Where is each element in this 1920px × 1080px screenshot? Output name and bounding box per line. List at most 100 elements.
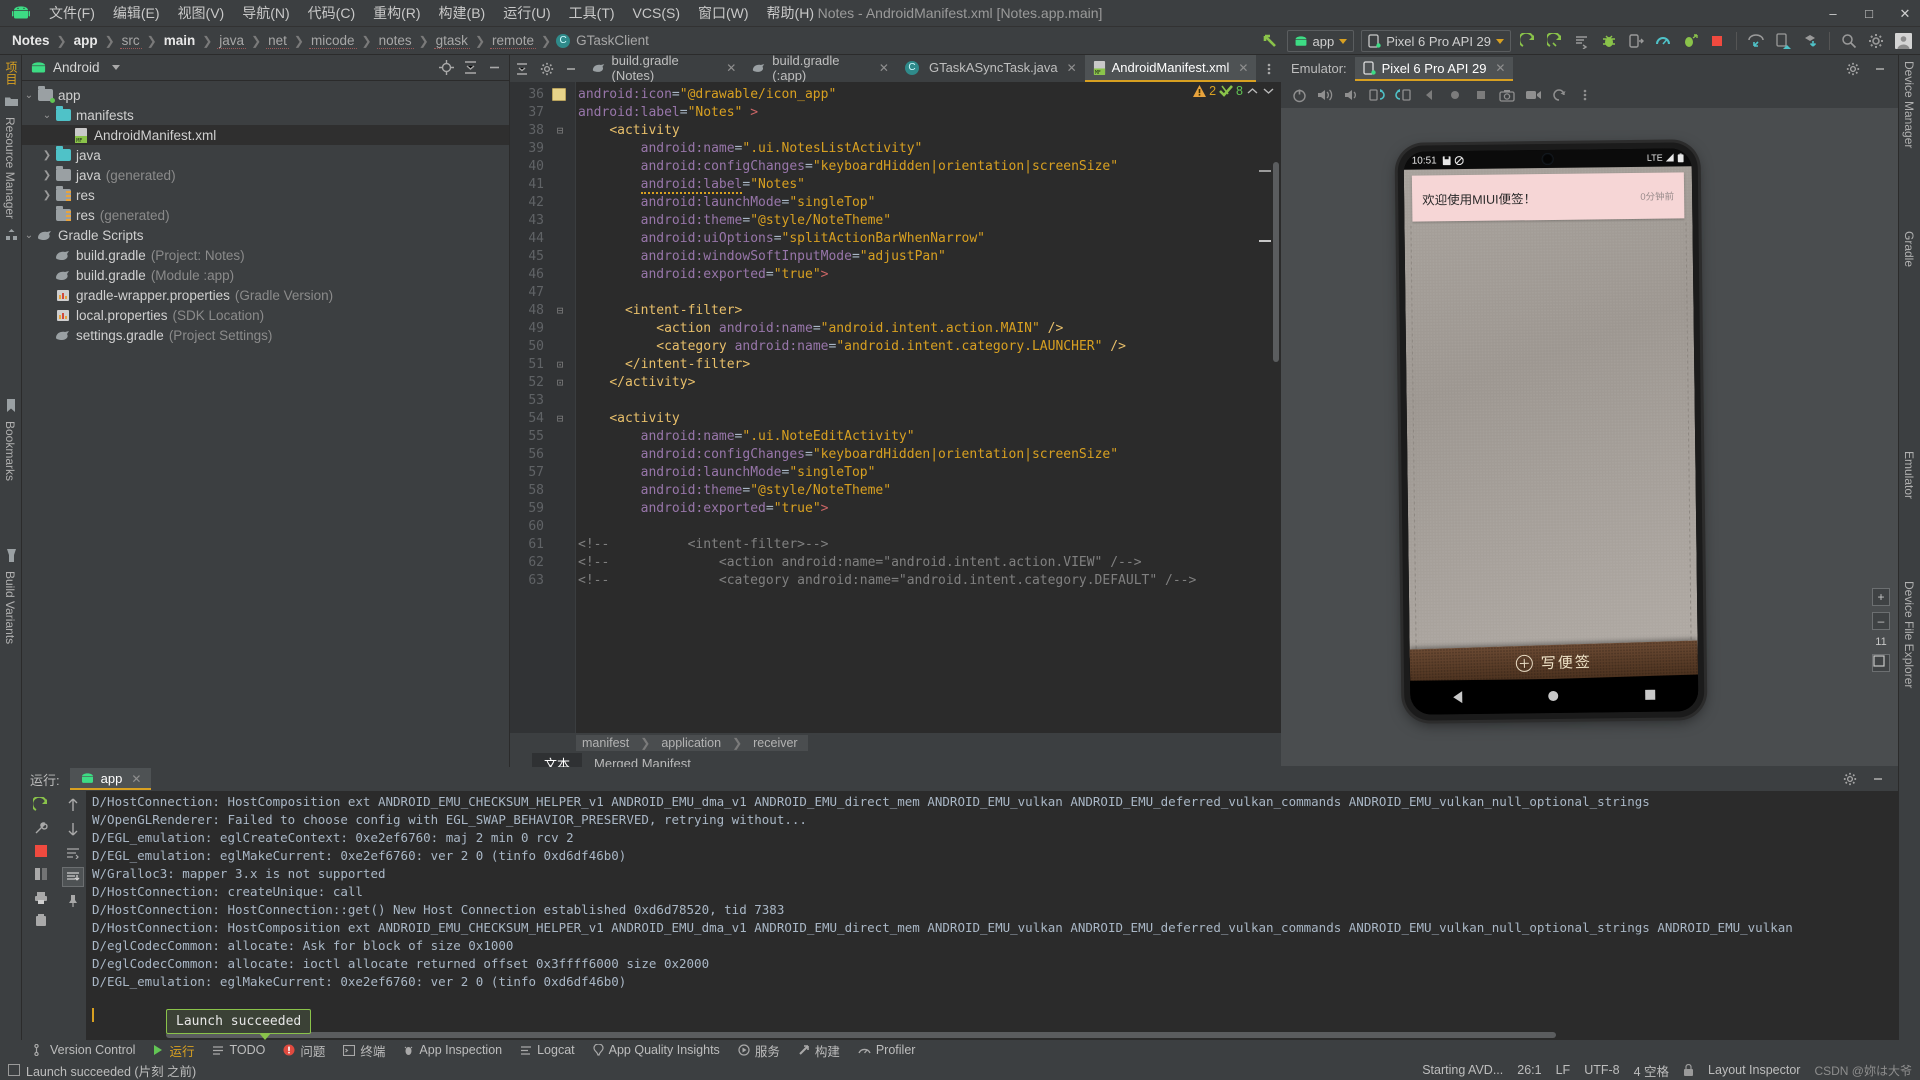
close-button[interactable]: ✕	[1898, 6, 1912, 21]
back-icon[interactable]	[1417, 84, 1441, 106]
fold-marker[interactable]	[550, 518, 570, 536]
power-icon[interactable]	[1287, 84, 1311, 106]
chevron-up-icon[interactable]	[1246, 85, 1259, 97]
nav-recents-icon[interactable]	[1644, 689, 1656, 700]
down-arrow-icon[interactable]	[62, 819, 84, 839]
breadcrumb-net[interactable]: net	[266, 33, 289, 49]
screenshot-camera-icon[interactable]	[1495, 84, 1519, 106]
record-video-icon[interactable]	[1521, 84, 1545, 106]
close-icon[interactable]: ✕	[726, 61, 736, 75]
breadcrumb-remote[interactable]: remote	[490, 33, 537, 49]
editor-vertical-scrollbar[interactable]	[1273, 162, 1279, 362]
notes-list-screen[interactable]: 欢迎使用MIUI便签！ 0分钟前	[1403, 166, 1698, 658]
editor-tab-build-gradle-notes[interactable]: build.gradle (Notes) ✕	[584, 53, 745, 83]
fold-marker[interactable]	[550, 446, 570, 464]
collapse-all-icon[interactable]	[459, 58, 481, 78]
fold-marker[interactable]	[550, 284, 570, 302]
console-horizontal-scrollbar[interactable]	[166, 1032, 1556, 1038]
sdk-download-icon[interactable]	[1797, 29, 1823, 53]
debug-icon[interactable]	[1596, 29, 1622, 53]
menu-vcs[interactable]: VCS(S)	[624, 2, 689, 24]
xml-crumb-receiver[interactable]: receiver	[753, 736, 797, 750]
menu-window[interactable]: 窗口(W)	[689, 0, 758, 26]
settings-gear-icon[interactable]	[1841, 58, 1865, 80]
emulator-tab-pixel6pro[interactable]: Pixel 6 Pro API 29 ✕	[1354, 56, 1514, 81]
tree-node-settings-gradle[interactable]: settings.gradle (Project Settings)	[22, 325, 509, 345]
phone-screen[interactable]: 10:51 LTE 欢迎使用MIUI便签！ 0分钟前 写便签	[1403, 148, 1699, 715]
chevron-down-icon[interactable]	[1262, 85, 1275, 97]
project-folder-icon[interactable]	[0, 91, 22, 111]
fold-marker[interactable]	[550, 248, 570, 266]
run-configuration-selector[interactable]: app	[1286, 30, 1355, 52]
rotate-left-icon[interactable]	[1365, 84, 1389, 106]
nav-back-icon[interactable]	[1453, 691, 1463, 704]
fold-marker[interactable]	[550, 572, 570, 590]
fold-marker[interactable]	[550, 536, 570, 554]
breadcrumb-gtaskclient[interactable]: GTaskClient	[574, 33, 651, 48]
profile-icon[interactable]	[1650, 29, 1676, 53]
structure-icon[interactable]	[0, 225, 22, 245]
rerun-icon[interactable]	[30, 795, 52, 815]
fold-marker[interactable]	[550, 140, 570, 158]
close-icon[interactable]: ✕	[131, 772, 141, 786]
menu-navigate[interactable]: 导航(N)	[233, 0, 298, 26]
hide-icon[interactable]	[1868, 58, 1892, 80]
code-editor[interactable]: 2 8 36 android:icon="@drawable/icon_app" …	[510, 82, 1281, 733]
tree-node-java-generated[interactable]: ❯ java (generated)	[22, 165, 509, 185]
locate-target-icon[interactable]	[435, 58, 457, 78]
stop-icon[interactable]	[1704, 29, 1730, 53]
breadcrumb-notes[interactable]: Notes	[10, 33, 52, 48]
apply-changes-icon[interactable]	[1569, 29, 1595, 53]
status-tab-build[interactable]: 构建	[790, 1040, 848, 1061]
trash-icon[interactable]	[30, 910, 52, 930]
tree-node-res-generated[interactable]: res (generated)	[22, 205, 509, 225]
close-icon[interactable]: ✕	[879, 61, 889, 75]
status-tab-app-inspection[interactable]: App Inspection	[395, 1042, 510, 1058]
status-tab-problems[interactable]: 问题	[275, 1040, 333, 1061]
fold-marker[interactable]	[550, 428, 570, 446]
volume-down-icon[interactable]	[1339, 84, 1363, 106]
device-selector[interactable]: Pixel 6 Pro API 29	[1361, 30, 1511, 52]
collapse-icon[interactable]	[510, 55, 535, 82]
soft-wrap-icon[interactable]	[62, 843, 84, 863]
close-icon[interactable]: ✕	[1495, 61, 1505, 75]
tree-node-app[interactable]: ⌄ app	[22, 85, 509, 105]
note-list-item[interactable]: 欢迎使用MIUI便签！ 0分钟前	[1411, 172, 1685, 222]
menu-refactor[interactable]: 重构(R)	[364, 0, 429, 26]
search-icon[interactable]	[1836, 29, 1862, 53]
event-log-icon[interactable]	[8, 1064, 20, 1076]
breadcrumb-src[interactable]: src	[119, 33, 142, 49]
fold-marker[interactable]	[550, 464, 570, 482]
menu-edit[interactable]: 编辑(E)	[104, 0, 169, 26]
close-icon[interactable]: ✕	[1067, 61, 1077, 75]
xml-crumb-manifest[interactable]: manifest	[582, 736, 629, 750]
snapshot-icon[interactable]	[1547, 84, 1571, 106]
phone-frame[interactable]: 10:51 LTE 欢迎使用MIUI便签！ 0分钟前 写便签	[1397, 142, 1705, 721]
breadcrumb-main[interactable]: main	[162, 33, 198, 48]
fold-marker[interactable]	[550, 158, 570, 176]
fold-marker[interactable]	[550, 230, 570, 248]
xml-crumb-application[interactable]: application	[661, 736, 721, 750]
zoom-out-button[interactable]: –	[1872, 612, 1890, 630]
overview-icon[interactable]	[1469, 84, 1493, 106]
project-view-selector-label[interactable]: Android	[53, 60, 100, 75]
fold-marker[interactable]	[550, 320, 570, 338]
layout-inspector-icon[interactable]	[1770, 29, 1796, 53]
run-icon[interactable]	[1515, 29, 1541, 53]
fold-marker[interactable]: ⊟	[550, 410, 570, 428]
run-coverage-icon[interactable]	[1542, 29, 1568, 53]
device-manager-icon[interactable]	[1743, 29, 1769, 53]
settings-gear-icon[interactable]	[1838, 768, 1862, 790]
menu-tools[interactable]: 工具(T)	[560, 0, 624, 26]
editor-marker[interactable]	[1259, 170, 1271, 172]
build-variants-icon[interactable]	[0, 545, 22, 565]
status-tab-profiler[interactable]: Profiler	[850, 1042, 924, 1058]
fold-marker[interactable]	[550, 392, 570, 410]
editor-tab-build-gradle-app[interactable]: build.gradle (:app) ✕	[744, 53, 897, 83]
stop-red-icon[interactable]	[30, 841, 52, 861]
emulator-display-stage[interactable]: 10:51 LTE 欢迎使用MIUI便签！ 0分钟前 写便签 + – 11	[1281, 108, 1898, 766]
fold-marker[interactable]	[550, 500, 570, 518]
chevron-down-icon[interactable]: ⌄	[22, 230, 36, 241]
tool-window-device-manager[interactable]: Device Manager	[1899, 55, 1919, 154]
status-tab-version-control[interactable]: Version Control	[26, 1042, 143, 1058]
